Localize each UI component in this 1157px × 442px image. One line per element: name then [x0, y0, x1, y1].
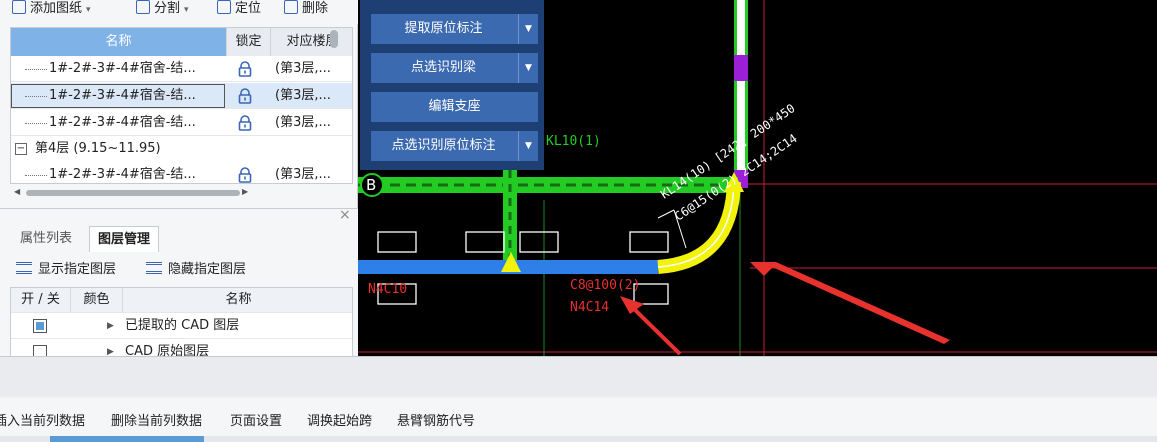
locate-button[interactable]: 定位 — [217, 0, 261, 20]
table-toolbar: 插入当前列数据 删除当前列数据 页面设置 调换起始跨 悬臂钢筋代号 — [0, 398, 1157, 438]
edit-support-button[interactable]: 编辑支座 — [371, 92, 538, 122]
drawing-floor: (第3层,... — [275, 115, 331, 130]
page-setup-button[interactable]: 页面设置 — [230, 410, 282, 429]
active-column-header[interactable] — [50, 436, 204, 442]
drawing-floor: (第3层,... — [275, 61, 331, 76]
extract-annotation-button[interactable]: 提取原位标注 ▼ — [371, 14, 538, 44]
chevron-down-icon[interactable]: ▼ — [518, 14, 538, 44]
drawing-name: 1#-2#-3#-4#宿舍-结... — [49, 61, 196, 76]
drawing-name: 1#-2#-3#-4#宿舍-结... — [49, 115, 196, 130]
table-row[interactable]: 1#-2#-3#-4#宿舍-结... (第3层,... — [11, 56, 352, 82]
swap-start-span-button[interactable]: 调换起始跨 — [307, 410, 372, 429]
drawing-list-table: 名称 锁定 对应楼层 1#-2#-3#-4#宿舍-结... (第3层,... 1… — [10, 27, 353, 184]
add-drawing-button[interactable]: 添加图纸 ▾ — [12, 0, 91, 20]
lock-icon[interactable] — [237, 61, 253, 77]
lock-icon[interactable] — [237, 88, 253, 104]
layers-icon — [146, 262, 162, 274]
cad-frame — [465, 231, 505, 253]
cantilever-rebar-code-button[interactable]: 悬臂钢筋代号 — [397, 410, 475, 429]
recognize-command-menu: 提取原位标注 ▼ 点选识别梁 ▼ 编辑支座 点选识别原位标注 ▼ — [360, 0, 544, 170]
column-header-name[interactable]: 名称 — [11, 28, 226, 56]
table-row[interactable]: 1#-2#-3#-4#宿舍-结... (第3层,... — [11, 110, 352, 136]
axis-label: B — [366, 176, 377, 194]
insert-column-button[interactable]: 插入当前列数据 — [0, 410, 85, 429]
layer-toggle-checkbox[interactable] — [33, 319, 47, 333]
scroll-left-icon[interactable]: ◀ — [14, 187, 20, 196]
column-header-floor[interactable]: 对应楼层 — [270, 28, 352, 56]
status-strip — [0, 356, 1157, 396]
support-marker — [734, 55, 748, 81]
layer-name: 已提取的 CAD 图层 — [125, 318, 240, 333]
tree-line — [25, 96, 47, 97]
cad-frame — [629, 231, 669, 253]
pick-recognize-annotation-button[interactable]: 点选识别原位标注 ▼ — [371, 131, 538, 161]
expand-arrow-icon[interactable]: ▶ — [107, 339, 114, 356]
drawing-floor: (第3层,... — [275, 167, 331, 182]
stirrup-annotation: C8@100(2) — [570, 278, 641, 293]
chevron-down-icon[interactable]: ▾ — [184, 5, 189, 15]
tab-layer-management[interactable]: 图层管理 — [89, 226, 160, 252]
lock-icon[interactable] — [237, 167, 253, 183]
lock-icon[interactable] — [237, 115, 253, 131]
column-header-lock[interactable]: 锁定 — [226, 28, 270, 56]
split-icon — [136, 0, 150, 14]
beam-label: KL10(1) — [546, 134, 601, 149]
cad-frame — [519, 231, 559, 253]
red-arrow — [628, 303, 682, 356]
cad-frame — [377, 231, 417, 253]
horizontal-scrollbar-thumb[interactable] — [26, 190, 240, 196]
drawing-name: 1#-2#-3#-4#宿舍-结... — [49, 88, 196, 103]
pick-recognize-beam-button[interactable]: 点选识别梁 ▼ — [371, 53, 538, 83]
layer-row[interactable]: ▶ 已提取的 CAD 图层 — [11, 312, 352, 339]
expand-arrow-icon[interactable]: ▶ — [107, 313, 114, 339]
show-layers-button[interactable]: 显示指定图层 — [16, 260, 116, 280]
delete-column-button[interactable]: 删除当前列数据 — [111, 410, 202, 429]
bottom-bar-annotation: N4C14 — [570, 300, 610, 315]
column-header-color[interactable]: 颜色 — [71, 288, 123, 312]
layers-icon — [16, 262, 32, 274]
column-header-layer-name[interactable]: 名称 — [123, 288, 352, 312]
chevron-down-icon[interactable]: ▼ — [518, 131, 538, 161]
drawing-name: 1#-2#-3#-4#宿舍-结... — [49, 167, 196, 182]
split-button[interactable]: 分割 ▾ — [136, 0, 189, 20]
collapse-toggle[interactable]: − — [15, 143, 27, 155]
tab-properties[interactable]: 属性列表 — [12, 226, 80, 252]
layer-row[interactable]: ▶ CAD 原始图层 — [11, 338, 352, 357]
close-icon[interactable]: × — [339, 208, 353, 222]
chevron-down-icon[interactable]: ▼ — [518, 53, 538, 83]
drawing-floor: (第3层,... — [275, 88, 331, 103]
chevron-down-icon[interactable]: ▾ — [86, 5, 91, 15]
tree-line — [25, 175, 47, 176]
side-bar-annotation: N4C10 — [368, 282, 408, 297]
vertical-scrollbar[interactable] — [330, 30, 338, 48]
add-drawing-icon — [12, 0, 26, 14]
floor-group-label: 第4层 (9.15~11.95) — [35, 141, 161, 156]
trash-icon — [284, 0, 298, 14]
floor-group-row[interactable]: − 第4层 (9.15~11.95) — [11, 136, 352, 162]
red-arrow — [750, 262, 950, 344]
layer-table: 开 / 关 颜色 名称 ▶ 已提取的 CAD 图层 ▶ CAD 原始图层 — [10, 287, 353, 357]
layer-name: CAD 原始图层 — [125, 344, 210, 357]
scroll-right-icon[interactable]: ▶ — [242, 187, 248, 196]
tree-line — [25, 69, 47, 70]
tree-line — [25, 123, 47, 124]
locate-icon — [217, 0, 231, 14]
hide-layers-button[interactable]: 隐藏指定图层 — [146, 260, 246, 280]
table-row-selected[interactable]: 1#-2#-3#-4#宿舍-结... (第3层,... — [11, 83, 352, 109]
drawing-toolbar: 添加图纸 ▾ 分割 ▾ 定位 删除 — [0, 0, 358, 24]
column-header-onoff[interactable]: 开 / 关 — [11, 288, 71, 312]
delete-button[interactable]: 删除 — [284, 0, 328, 20]
table-row[interactable]: 1#-2#-3#-4#宿舍-结... (第3层,... — [11, 162, 352, 183]
